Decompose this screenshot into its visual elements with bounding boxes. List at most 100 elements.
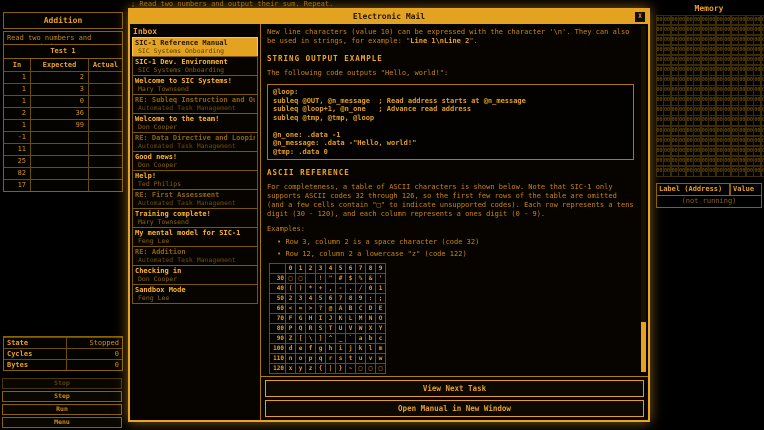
status-row: Bytes0 <box>4 359 122 370</box>
cell-in: 25 <box>4 155 30 167</box>
ascii-cell: . <box>346 284 356 294</box>
ascii-row: 30□□ !"#$%&' <box>270 274 386 284</box>
inbox-item-sender: SIC Systems Onboarding <box>135 66 255 74</box>
inbox-item-sender: SIC Systems Onboarding <box>135 47 255 55</box>
ascii-row: 80PQRSTUVWXY <box>270 324 386 334</box>
ascii-col-header: 8 <box>366 264 376 274</box>
inbox-item[interactable]: Help!Ted Philips <box>132 170 258 190</box>
menu-button[interactable]: Menu <box>2 417 122 428</box>
inbox-item[interactable]: RE: Data Directive and LoopingAutomated … <box>132 132 258 152</box>
ascii-cell: R <box>306 324 316 334</box>
inbox-item-sender: Feng Lee <box>135 294 255 302</box>
cell-in: 1 <box>4 83 30 95</box>
ascii-row-label: 120 <box>270 364 286 374</box>
ascii-cell: 0 <box>366 284 376 294</box>
ascii-cell: Q <box>296 324 306 334</box>
ascii-row-label: 90 <box>270 334 286 344</box>
inbox-header: Inbox <box>133 27 258 36</box>
paragraph-newline: New line characters (value 10) can be ex… <box>267 28 634 46</box>
inbox-item-title: RE: First Assessment <box>135 191 255 199</box>
test-table-rows: 121310236199-111258217 <box>4 71 122 191</box>
cell-in: 1 <box>4 119 30 131</box>
inbox-item-sender: Don Cooper <box>135 123 255 131</box>
ascii-cell: x <box>286 364 296 374</box>
ascii-col-header: 9 <box>376 264 386 274</box>
ascii-row: 110nopqrstuvw <box>270 354 386 364</box>
ascii-cell: " <box>326 274 336 284</box>
ascii-cell: e <box>296 344 306 354</box>
ascii-cell: N <box>366 314 376 324</box>
mail-titlebar: Electronic Mail X <box>130 10 648 24</box>
inbox-item-sender: Automated Task Management <box>135 199 255 207</box>
inbox-item-title: Welcome to SIC Systems! <box>135 77 255 85</box>
inbox-item[interactable]: RE: Subleq Instruction and OutputAutomat… <box>132 94 258 114</box>
inbox-item[interactable]: SIC-1 Dev. EnvironmentSIC Systems Onboar… <box>132 56 258 76</box>
mail-scrollbar-thumb[interactable] <box>641 322 646 372</box>
status-label: State <box>4 337 66 348</box>
ascii-cell: T <box>326 324 336 334</box>
ascii-col-header: 5 <box>336 264 346 274</box>
paragraph-ascii: For completeness, a table of ASCII chara… <box>267 183 634 219</box>
examples-label: Examples: <box>267 225 634 234</box>
ascii-col-header: 1 <box>296 264 306 274</box>
col-header-expected: Expected <box>30 59 88 71</box>
ascii-cell: ) <box>296 284 306 294</box>
ascii-cell: 4 <box>306 294 316 304</box>
status-value: Stopped <box>66 337 122 348</box>
inbox-item[interactable]: RE: AdditionAutomated Task Management <box>132 246 258 266</box>
ascii-row: 90Z[\]^_`abc <box>270 334 386 344</box>
ascii-cell: Z <box>286 334 296 344</box>
ascii-row-label: 40 <box>270 284 286 294</box>
ascii-col-header: 2 <box>306 264 316 274</box>
close-icon[interactable]: X <box>635 12 645 22</box>
inbox-item[interactable]: Sandbox ModeFeng Lee <box>132 284 258 304</box>
cell-actual <box>88 143 122 155</box>
inbox-item[interactable]: Good news!Don Cooper <box>132 151 258 171</box>
code-line: @n_one: .data -1 <box>273 131 628 140</box>
test-row: 10 <box>4 95 122 107</box>
value-header: Value <box>730 183 762 196</box>
inbox-item[interactable]: RE: First AssessmentAutomated Task Manag… <box>132 189 258 209</box>
cell-in: 17 <box>4 179 30 191</box>
ascii-cell: # <box>336 274 346 284</box>
step-button[interactable]: Step <box>2 391 122 402</box>
inbox-item[interactable]: My mental model for SIC-1Feng Lee <box>132 227 258 247</box>
inbox-item[interactable]: Welcome to the team!Don Cooper <box>132 113 258 133</box>
ascii-reference-heading: ASCII REFERENCE <box>267 168 634 177</box>
cell-actual <box>88 71 122 83</box>
ascii-row-label: 70 <box>270 314 286 324</box>
inbox-item[interactable]: Training complete!Mary Townsend <box>132 208 258 228</box>
inbox-item[interactable]: Checking inDon Cooper <box>132 265 258 285</box>
ascii-row: 40()*+,-./01 <box>270 284 386 294</box>
ascii-cell: ] <box>316 334 326 344</box>
open-manual-button[interactable]: Open Manual in New Window <box>265 400 644 417</box>
ascii-cell: _ <box>336 334 346 344</box>
ascii-cell: X <box>366 324 376 334</box>
ascii-cell: u <box>356 354 366 364</box>
inbox-item[interactable]: SIC-1 Reference ManualSIC Systems Onboar… <box>132 37 258 57</box>
ascii-cell: k <box>356 344 366 354</box>
example-bullet-2: • Row 12, column 2 a lowercase "z" (code… <box>277 250 634 259</box>
ascii-cell: H <box>306 314 316 324</box>
memory-title: Memory <box>656 4 762 13</box>
cell-actual <box>88 107 122 119</box>
inbox-item[interactable]: Welcome to SIC Systems!Mary Townsend <box>132 75 258 95</box>
inbox-item-title: SIC-1 Dev. Environment <box>135 58 255 66</box>
ascii-cell: l <box>366 344 376 354</box>
stop-button[interactable]: Stop <box>2 378 122 389</box>
cell-actual <box>88 167 122 179</box>
test-table-title: Test 1 <box>4 45 122 59</box>
ascii-cell: z <box>306 364 316 374</box>
mail-scrollbar[interactable] <box>641 26 646 372</box>
ascii-cell: E <box>376 304 386 314</box>
mail-content-column: New line characters (value 10) can be ex… <box>261 24 648 420</box>
view-next-task-button[interactable]: View Next Task <box>265 380 644 397</box>
ascii-cell: [ <box>296 334 306 344</box>
test-table-header: In Expected Actual <box>4 59 122 71</box>
run-button[interactable]: Run <box>2 404 122 415</box>
ascii-cell: W <box>356 324 366 334</box>
inbox-item-title: My mental model for SIC-1 <box>135 229 255 237</box>
string-output-heading: STRING OUTPUT EXAMPLE <box>267 54 634 63</box>
ascii-cell: S <box>316 324 326 334</box>
ascii-cell: = <box>296 304 306 314</box>
